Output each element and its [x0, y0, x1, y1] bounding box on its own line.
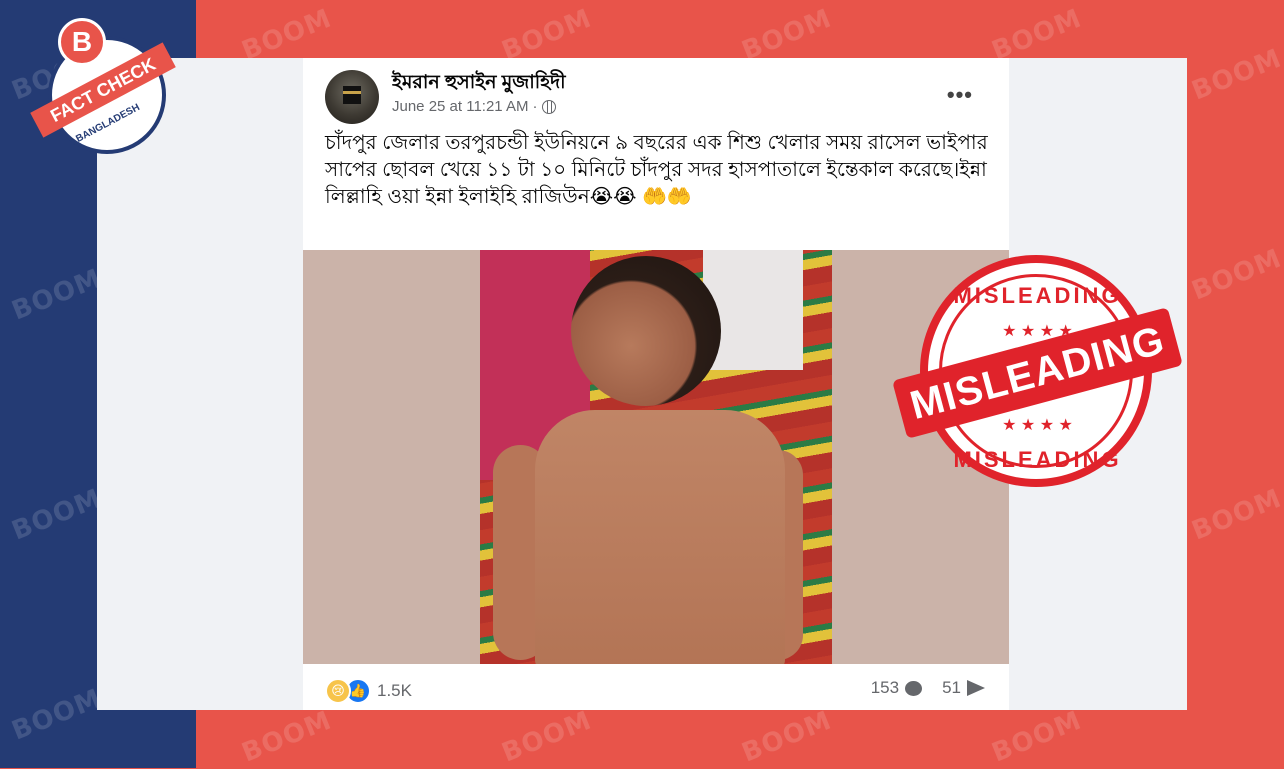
- author-avatar[interactable]: [325, 70, 379, 124]
- post-footer: 😢 👍 1.5K 153 51: [303, 664, 1009, 710]
- shares-stat[interactable]: 51: [942, 678, 985, 698]
- engagement-stats: 153 51: [871, 678, 985, 698]
- boom-factcheck-logo: B FACT CHECK BANGLADESH: [28, 18, 178, 158]
- sad-reaction-icon: 😢: [325, 678, 351, 704]
- post-text: চাঁদপুর জেলার তরপুরচন্ডী ইউনিয়নে ৯ বছরে…: [325, 132, 988, 208]
- misleading-stamp: MISLEADING ★ ★ ★ ★ MISLEADING ★ ★ ★ ★ MI…: [892, 255, 1183, 505]
- more-options-icon[interactable]: •••: [947, 82, 973, 108]
- post-timestamp[interactable]: June 25 at 11:21 AM: [392, 98, 529, 115]
- stamp-bottom-text: MISLEADING: [953, 447, 1122, 472]
- meta-separator: ·: [532, 98, 538, 115]
- stamp-top-text: MISLEADING: [953, 283, 1122, 308]
- reactions-summary[interactable]: 😢 👍 1.5K: [325, 678, 412, 704]
- photo-head: [571, 256, 721, 406]
- comments-stat[interactable]: 153: [870, 678, 923, 698]
- post-meta: June 25 at 11:21 AM ·: [392, 98, 556, 115]
- share-icon: [967, 680, 985, 696]
- globe-icon: [541, 99, 556, 114]
- reactions-count: 1.5K: [377, 681, 412, 700]
- shares-count: 51: [942, 678, 961, 697]
- comments-count: 153: [870, 678, 900, 697]
- kaaba-image: [343, 86, 361, 104]
- photo-body: [535, 410, 785, 664]
- comment-icon: [905, 680, 923, 696]
- logo-letter: B: [58, 18, 106, 66]
- post-author[interactable]: ইমরান হুসাইন মুজাহিদী: [392, 68, 566, 100]
- stamp-stars-bottom: ★ ★ ★ ★: [1002, 417, 1073, 434]
